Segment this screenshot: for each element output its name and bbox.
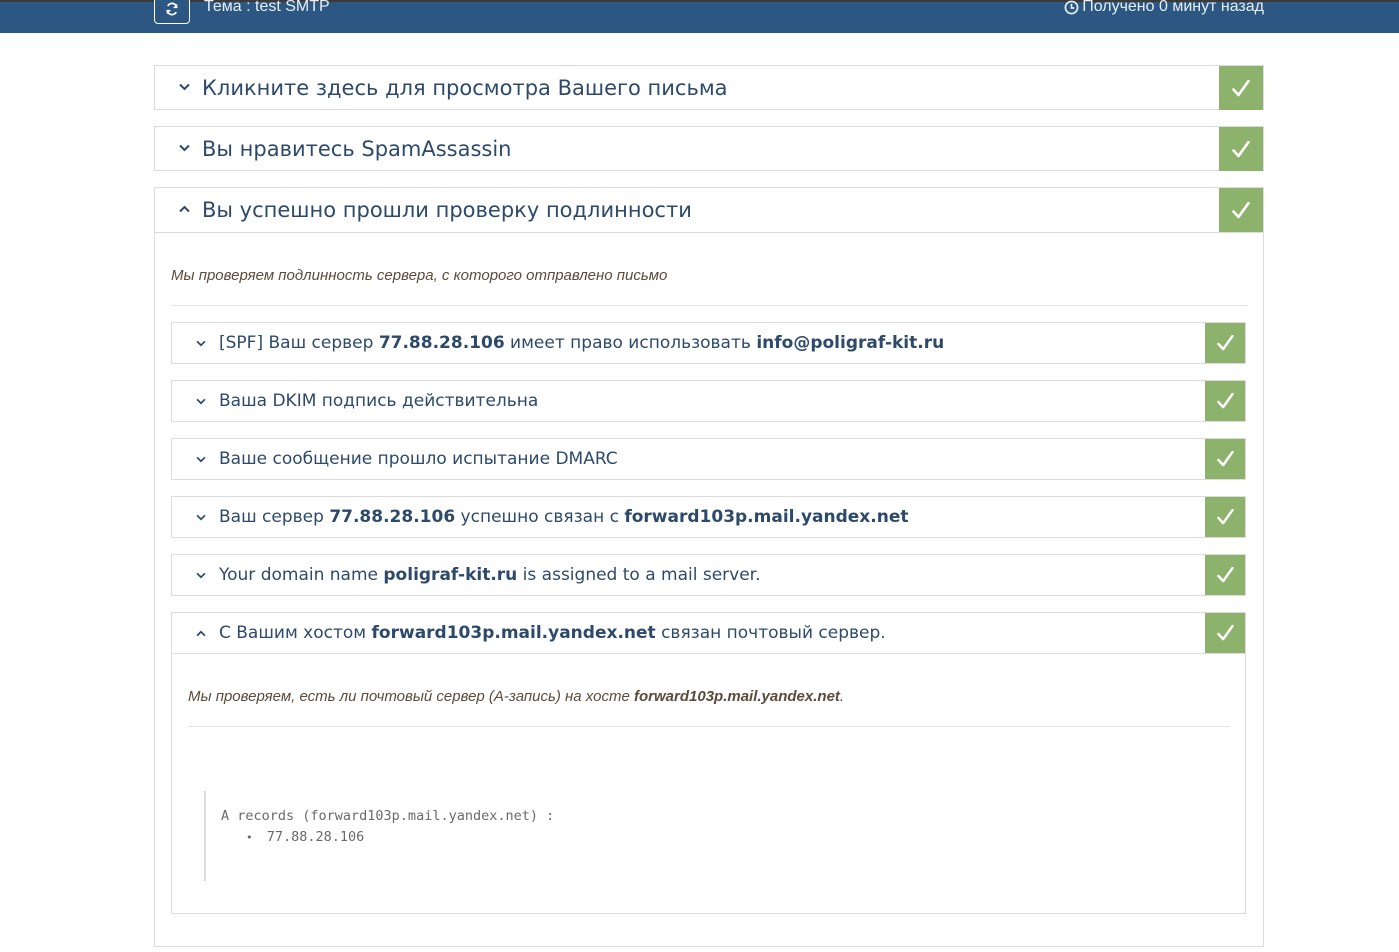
- chevron-up-icon: [179, 200, 193, 218]
- check-title: Ваш сервер 77.88.28.106 успешно связан с…: [219, 507, 909, 527]
- panel-header[interactable]: Вы успешно прошли проверку подлинности: [155, 188, 1263, 232]
- check-title: Ваша DKIM подпись действительна: [219, 391, 539, 411]
- check-title: С Вашим хостом forward103p.mail.yandex.n…: [219, 623, 886, 643]
- a-record-item: • 77.88.28.106: [246, 829, 364, 845]
- clock-icon: [1064, 0, 1079, 14]
- check-icon: [1205, 497, 1245, 537]
- chevron-down-icon: [196, 566, 210, 584]
- divider: [188, 726, 1230, 727]
- check-domain-mx[interactable]: Your domain name poligraf-kit.ru is assi…: [171, 554, 1246, 596]
- check-dkim[interactable]: Ваша DKIM подпись действительна: [171, 380, 1246, 422]
- received-label: Получено 0 минут назад: [1082, 0, 1264, 15]
- divider: [171, 305, 1247, 306]
- panel-header[interactable]: Кликните здесь для просмотра Вашего пись…: [155, 66, 1263, 110]
- email-subject: Тема : test SMTP: [204, 0, 330, 15]
- check-reverse-dns[interactable]: Ваш сервер 77.88.28.106 успешно связан с…: [171, 496, 1246, 538]
- chevron-down-icon: [179, 78, 193, 96]
- top-bar: Тема : test SMTP Получено 0 минут назад: [0, 0, 1399, 33]
- panel-title: Вы успешно прошли проверку подлинности: [202, 198, 692, 222]
- check-icon: [1205, 439, 1245, 479]
- a-records-block: A records (forward103p.mail.yandex.net) …: [204, 791, 606, 881]
- a-records-label: A records (forward103p.mail.yandex.net) …: [221, 808, 555, 824]
- chevron-down-icon: [196, 450, 210, 468]
- a-record-value: 77.88.28.106: [266, 829, 365, 845]
- check-icon: [1219, 188, 1263, 232]
- panel-title: Кликните здесь для просмотра Вашего пись…: [202, 76, 728, 100]
- chevron-up-icon: [196, 624, 210, 642]
- check-title: Your domain name poligraf-kit.ru is assi…: [219, 565, 761, 585]
- check-icon: [1219, 66, 1263, 110]
- bullet: •: [246, 831, 253, 844]
- check-header[interactable]: С Вашим хостом forward103p.mail.yandex.n…: [172, 613, 1245, 653]
- check-icon: [1205, 381, 1245, 421]
- panel-header[interactable]: Вы нравитесь SpamAssassin: [155, 127, 1263, 171]
- check-title: [SPF] Ваш сервер 77.88.28.106 имеет прав…: [219, 333, 945, 353]
- received-time: Получено 0 минут назад: [1064, 0, 1264, 16]
- panel-title: Вы нравитесь SpamAssassin: [202, 137, 512, 161]
- check-title: Ваше сообщение прошло испытание DMARC: [219, 449, 618, 469]
- chevron-down-icon: [196, 334, 210, 352]
- check-icon: [1205, 613, 1245, 653]
- auth-description: Мы проверяем подлинность сервера, с кото…: [171, 267, 668, 284]
- refresh-button[interactable]: [154, 0, 190, 24]
- check-dmarc[interactable]: Ваше сообщение прошло испытание DMARC: [171, 438, 1246, 480]
- check-icon: [1205, 555, 1245, 595]
- chevron-down-icon: [196, 392, 210, 410]
- host-check-description: Мы проверяем, есть ли почтовый сервер (A…: [188, 688, 845, 705]
- refresh-icon: [166, 2, 178, 16]
- panel-body: [155, 232, 1263, 233]
- chevron-down-icon: [196, 508, 210, 526]
- check-spf[interactable]: [SPF] Ваш сервер 77.88.28.106 имеет прав…: [171, 322, 1246, 364]
- check-icon: [1205, 323, 1245, 363]
- check-icon: [1219, 127, 1263, 171]
- check-body: [172, 653, 1245, 654]
- chevron-down-icon: [179, 139, 193, 157]
- panel-view-email[interactable]: Кликните здесь для просмотра Вашего пись…: [154, 65, 1264, 110]
- panel-spamassassin[interactable]: Вы нравитесь SpamAssassin: [154, 126, 1264, 171]
